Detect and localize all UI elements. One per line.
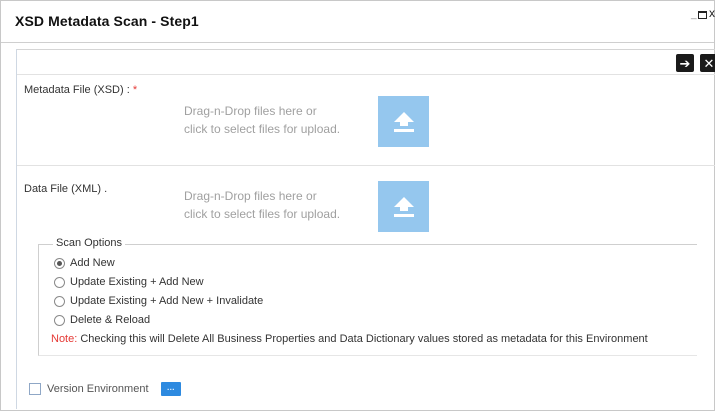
note-label: Note: (51, 333, 78, 345)
dialog-titlebar: XSD Metadata Scan - Step1 _ x (1, 1, 715, 43)
close-wizard-button[interactable]: ✕ (700, 54, 715, 72)
arrow-right-icon: ➔ (679, 55, 691, 71)
version-environment-options-button[interactable]: ... (160, 382, 181, 396)
dropzone-line-1: Drag-n-Drop files here or (184, 189, 317, 203)
dialog-title: XSD Metadata Scan - Step1 (15, 13, 199, 29)
maximize-icon[interactable] (698, 11, 707, 19)
scan-option-label: Delete & Reload (70, 314, 151, 326)
window-close-icon[interactable]: x (709, 7, 715, 19)
dropzone-line-2: click to select files for upload. (184, 122, 341, 136)
metadata-file-label-text: Metadata File (XSD) : (24, 84, 130, 96)
metadata-file-dropzone[interactable]: Drag-n-Drop files here or click to selec… (184, 102, 384, 138)
close-icon: ✕ (703, 55, 715, 71)
dropzone-line-1: Drag-n-Drop files here or (184, 104, 317, 118)
scan-option-label: Update Existing + Add New (70, 276, 204, 288)
scan-option-update-existing-add-new-invalidate[interactable]: Update Existing + Add New + Invalidate (54, 294, 263, 308)
scan-option-label: Add New (70, 257, 115, 269)
data-file-upload-button[interactable] (378, 181, 429, 232)
xsd-metadata-scan-dialog: XSD Metadata Scan - Step1 _ x ➔ ✕ Metada… (0, 0, 715, 411)
version-environment-checkbox[interactable] (29, 383, 41, 395)
data-file-label: Data File (XML) . (24, 183, 108, 195)
scan-option-update-existing-add-new[interactable]: Update Existing + Add New (54, 275, 204, 289)
version-environment-label: Version Environment (47, 383, 149, 395)
version-environment-row: Version Environment ... (29, 381, 181, 397)
metadata-file-upload-button[interactable] (378, 96, 429, 147)
upload-icon (393, 111, 414, 132)
radio-button[interactable] (54, 276, 65, 288)
data-file-dropzone[interactable]: Drag-n-Drop files here or click to selec… (184, 187, 384, 223)
wizard-toolbar: ➔ ✕ (17, 49, 715, 75)
required-mark: * (132, 84, 138, 96)
radio-button[interactable] (54, 314, 65, 326)
upload-icon (393, 196, 414, 217)
dropzone-line-2: click to select files for upload. (184, 207, 341, 221)
metadata-file-label: Metadata File (XSD) : * (24, 84, 137, 96)
radio-button[interactable] (54, 257, 65, 269)
next-step-button[interactable]: ➔ (676, 54, 694, 72)
scan-option-delete-reload[interactable]: Delete & Reload (54, 313, 150, 327)
scan-options-legend: Scan Options (53, 237, 126, 249)
radio-button[interactable] (54, 295, 65, 307)
minimize-icon[interactable]: _ (691, 10, 697, 20)
scan-option-add-new[interactable]: Add New (54, 256, 115, 270)
scan-option-label: Update Existing + Add New + Invalidate (70, 295, 264, 307)
note-text: Checking this will Delete All Business P… (77, 333, 648, 345)
metadata-file-section: Metadata File (XSD) : * Drag-n-Drop file… (17, 76, 715, 166)
scan-options-note: Note: Checking this will Delete All Busi… (51, 333, 648, 345)
